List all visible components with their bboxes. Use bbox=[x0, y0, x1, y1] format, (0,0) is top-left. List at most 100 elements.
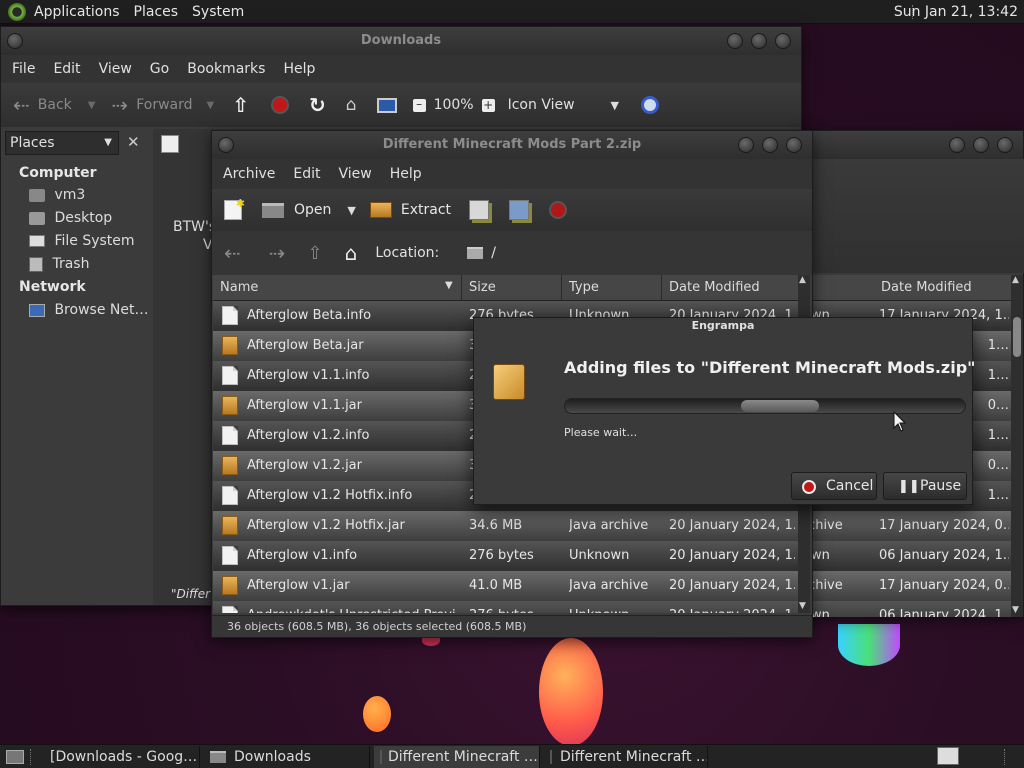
menu-help[interactable]: Help bbox=[390, 166, 422, 182]
table-row[interactable]: Andrewkdot's Unrestricted Provi… 276 byte… bbox=[213, 601, 798, 613]
menu-view[interactable]: View bbox=[339, 166, 372, 182]
reload-icon[interactable]: ↻ bbox=[309, 93, 326, 117]
workspace-switcher-icon[interactable] bbox=[937, 747, 959, 765]
background-archive-titlebar[interactable] bbox=[801, 131, 1023, 159]
add-folder-icon[interactable] bbox=[509, 200, 530, 220]
up-arrow-icon[interactable]: ⇧ bbox=[308, 243, 323, 264]
location-input[interactable]: / bbox=[491, 245, 496, 261]
maximize-button[interactable] bbox=[751, 33, 767, 49]
taskbar-item-browser[interactable]: [Downloads - Goog… bbox=[36, 745, 200, 768]
applications-menu[interactable]: Applications bbox=[34, 4, 120, 20]
column-header-date[interactable]: Date Modified bbox=[662, 275, 798, 301]
add-files-icon[interactable] bbox=[469, 200, 490, 220]
back-arrow-icon[interactable]: ⇠ bbox=[13, 93, 30, 117]
sidebar-item-file-system[interactable]: File System bbox=[29, 233, 135, 249]
forward-button[interactable]: Forward bbox=[136, 97, 192, 113]
home-icon[interactable]: ⌂ bbox=[346, 95, 357, 115]
open-folder-icon[interactable] bbox=[262, 202, 284, 218]
table-row[interactable]: rchive 17 January 2024, 0… bbox=[801, 571, 1011, 601]
taskbar-item-downloads[interactable]: Downloads bbox=[204, 745, 370, 768]
wallpaper-balloon bbox=[838, 624, 900, 666]
close-sidebar-icon[interactable]: ✕ bbox=[127, 133, 140, 151]
sidebar-item-desktop[interactable]: Desktop bbox=[29, 210, 112, 226]
minimize-button[interactable] bbox=[727, 33, 743, 49]
table-row[interactable]: Afterglow v1.info 276 bytes Unknown 20 Janu… bbox=[213, 541, 798, 571]
scroll-thumb[interactable] bbox=[1013, 317, 1021, 357]
close-button[interactable] bbox=[775, 33, 791, 49]
taskbar-item-archive[interactable]: Different Minecraft … bbox=[544, 745, 708, 768]
system-menu[interactable]: System bbox=[192, 4, 244, 20]
archive-titlebar[interactable]: Different Minecraft Mods Part 2.zip bbox=[212, 131, 812, 159]
sidebar-item-vm3[interactable]: vm3 bbox=[29, 187, 85, 203]
clock[interactable]: Sun Jan 21, 13:42 bbox=[894, 4, 1018, 20]
mate-logo-icon[interactable] bbox=[8, 2, 26, 21]
view-mode-select[interactable]: Icon View bbox=[508, 97, 575, 113]
search-icon[interactable] bbox=[641, 96, 660, 114]
back-arrow-icon[interactable]: ⇠ bbox=[224, 241, 241, 265]
table-row[interactable]: rchive 17 January 2024, 0… bbox=[801, 511, 1011, 541]
pause-button[interactable]: ❚❚ Pause bbox=[883, 472, 967, 500]
places-menu[interactable]: Places bbox=[134, 4, 179, 20]
window-menu-button[interactable] bbox=[7, 33, 23, 49]
back-button[interactable]: Back bbox=[38, 97, 72, 113]
column-header-type[interactable]: Type bbox=[562, 275, 662, 301]
menu-bookmarks[interactable]: Bookmarks bbox=[187, 61, 265, 77]
scroll-up-icon[interactable]: ▲ bbox=[799, 275, 806, 285]
menu-go[interactable]: Go bbox=[150, 61, 169, 77]
maximize-button[interactable] bbox=[973, 137, 989, 153]
back-dropdown-icon[interactable]: ▼ bbox=[88, 100, 96, 111]
maximize-button[interactable] bbox=[762, 137, 778, 153]
cell-name: Afterglow v1.1.jar bbox=[247, 398, 362, 413]
menu-file[interactable]: File bbox=[12, 61, 35, 77]
view-mode-dropdown-icon[interactable]: ▼ bbox=[611, 99, 619, 112]
cell-type: Java archive bbox=[569, 578, 649, 593]
star-icon: ✱ bbox=[235, 197, 245, 210]
zoom-in-icon[interactable]: + bbox=[481, 98, 495, 112]
close-button[interactable] bbox=[997, 137, 1013, 153]
zoom-out-icon[interactable]: – bbox=[412, 98, 426, 112]
minimize-button[interactable] bbox=[949, 137, 965, 153]
column-type-label: Type bbox=[569, 280, 599, 295]
sidebar-item-trash[interactable]: Trash bbox=[29, 256, 89, 272]
open-dropdown-icon[interactable]: ▼ bbox=[347, 204, 355, 217]
close-button[interactable] bbox=[786, 137, 802, 153]
places-selector[interactable]: Places ▼ bbox=[5, 131, 119, 155]
minimize-button[interactable] bbox=[738, 137, 754, 153]
stop-icon[interactable] bbox=[549, 201, 568, 219]
forward-arrow-icon[interactable]: ⇢ bbox=[111, 93, 128, 117]
column-header-name[interactable]: Name ▼ bbox=[213, 275, 462, 301]
table-row[interactable]: own 06 January 2024, 1… bbox=[801, 541, 1011, 571]
extract-button[interactable]: Extract bbox=[401, 202, 451, 218]
window-menu-button[interactable] bbox=[218, 137, 234, 153]
cell-type: Unknown bbox=[569, 608, 661, 613]
taskbar-item-archive-active[interactable]: Different Minecraft … bbox=[374, 745, 540, 768]
open-button[interactable]: Open bbox=[294, 202, 331, 218]
column-header[interactable]: Date Modified bbox=[801, 275, 1011, 301]
menu-edit[interactable]: Edit bbox=[53, 61, 80, 77]
scroll-down-icon[interactable]: ▼ bbox=[1012, 605, 1019, 615]
show-desktop-icon[interactable] bbox=[6, 749, 24, 764]
menu-archive[interactable]: Archive bbox=[223, 166, 275, 182]
sidebar-item-browse-network[interactable]: Browse Net… bbox=[29, 302, 148, 318]
edit-location-icon[interactable] bbox=[161, 135, 179, 153]
file-manager-titlebar[interactable]: Downloads bbox=[1, 27, 801, 55]
menu-view[interactable]: View bbox=[99, 61, 132, 77]
forward-dropdown-icon[interactable]: ▼ bbox=[207, 100, 215, 111]
table-row[interactable]: Afterglow v1.2 Hotfix.jar 34.6 MB Java arc… bbox=[213, 511, 798, 541]
up-arrow-icon[interactable]: ⇧ bbox=[232, 93, 249, 117]
forward-arrow-icon[interactable]: ⇢ bbox=[269, 241, 286, 265]
column-header-size[interactable]: Size bbox=[462, 275, 562, 301]
stop-icon[interactable] bbox=[271, 96, 290, 114]
menu-help[interactable]: Help bbox=[283, 61, 315, 77]
table-row[interactable]: own 06 January 2024, 1… bbox=[801, 601, 1011, 617]
new-archive-icon[interactable]: ✱ bbox=[224, 197, 245, 220]
home-icon[interactable]: ⌂ bbox=[345, 241, 358, 265]
scrollbar[interactable]: ▲ ▼ bbox=[1011, 275, 1023, 617]
cancel-button[interactable]: Cancel bbox=[791, 472, 877, 500]
menu-edit[interactable]: Edit bbox=[293, 166, 320, 182]
computer-icon[interactable] bbox=[376, 97, 397, 113]
scroll-up-icon[interactable]: ▲ bbox=[1012, 275, 1019, 285]
extract-icon[interactable] bbox=[369, 202, 392, 218]
table-row[interactable]: Afterglow v1.jar 41.0 MB Java archive 20 Ja… bbox=[213, 571, 798, 601]
scroll-down-icon[interactable]: ▼ bbox=[799, 601, 806, 611]
